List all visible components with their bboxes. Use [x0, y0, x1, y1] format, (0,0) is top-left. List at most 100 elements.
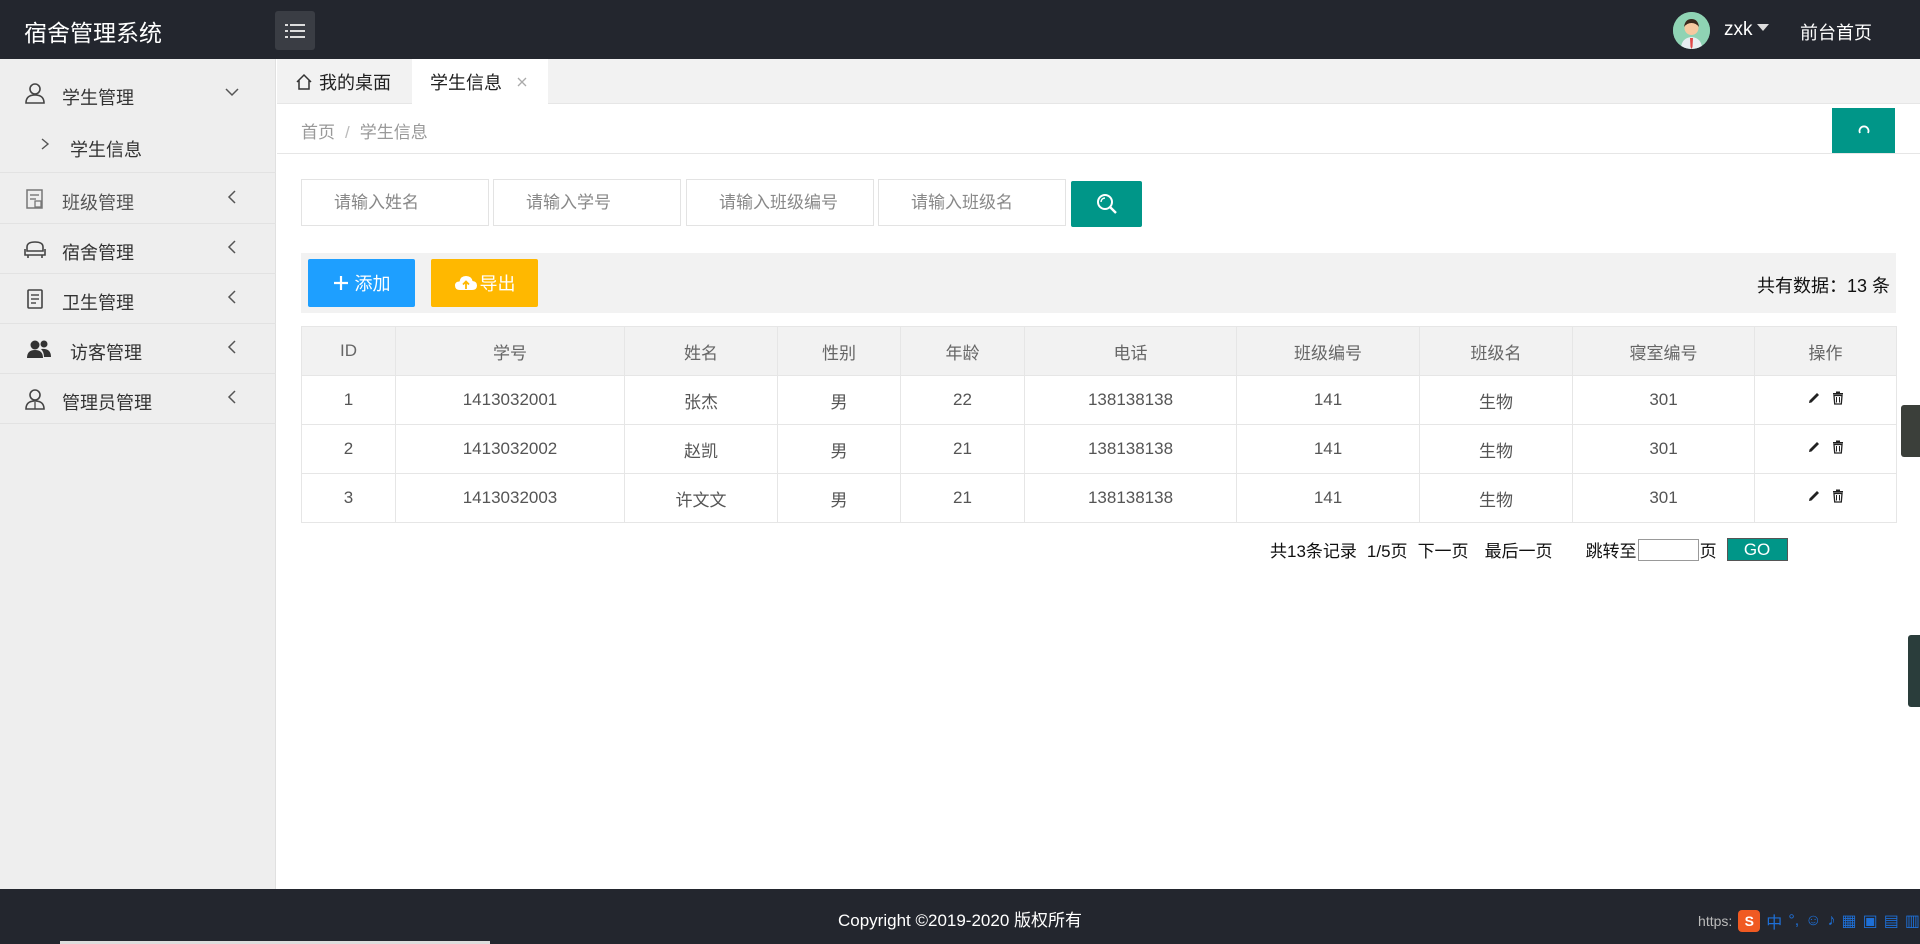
chevron-down-icon [225, 88, 239, 97]
sidebar-item-hygiene[interactable]: 卫生管理 [0, 274, 276, 324]
name-search-input[interactable] [301, 179, 489, 226]
sogou-logo-icon[interactable]: S [1738, 910, 1761, 932]
punctuation-icon[interactable]: °, [1788, 912, 1799, 930]
cell: 22 [900, 375, 1025, 425]
table-row: 1 1413032001 张杰 男 22 138138138 141 生物 30… [301, 375, 1897, 425]
document-icon [27, 289, 43, 309]
add-button-label: 添加 [354, 274, 391, 294]
cell: 138138138 [1024, 375, 1237, 425]
sidebar-item-label: 班级管理 [62, 193, 134, 213]
cell: 赵凯 [624, 424, 778, 474]
menu-toggle-button[interactable] [275, 11, 315, 50]
keyboard-icon[interactable]: ▦ [1842, 911, 1857, 931]
toolbox-icon[interactable]: ▥ [1905, 911, 1920, 931]
trash-icon[interactable] [1831, 489, 1845, 503]
trash-icon[interactable] [1831, 391, 1845, 405]
close-icon[interactable] [516, 76, 528, 88]
side-widget[interactable] [1901, 405, 1920, 457]
cell: 生物 [1419, 424, 1573, 474]
column-header: 班级名 [1419, 326, 1573, 376]
search-icon [1096, 194, 1117, 214]
table-toolbar: 添加 导出 共有数据：13 条 [301, 253, 1896, 313]
user-icon [25, 83, 45, 104]
actions-cell [1754, 473, 1897, 523]
trash-icon[interactable] [1831, 440, 1845, 454]
chevron-left-icon [227, 340, 236, 354]
cell: 1413032003 [395, 473, 625, 523]
skin-icon[interactable]: ▤ [1884, 911, 1899, 931]
chevron-left-icon [227, 190, 236, 204]
ime-toolbar: https: S 中 °, ☺ ♪ ▦ ▣ ▤ ▥ [1698, 909, 1920, 933]
cell: 1413032002 [395, 424, 625, 474]
cell: 生物 [1419, 375, 1573, 425]
edit-icon[interactable] [1807, 391, 1821, 405]
next-page-link[interactable]: 下一页 [1418, 537, 1469, 562]
cell: 138138138 [1024, 424, 1237, 474]
sidebar-item-class[interactable]: 班级管理 [0, 174, 276, 224]
microphone-icon[interactable]: ♪ [1828, 912, 1836, 930]
edit-icon[interactable] [1807, 489, 1821, 503]
chevron-left-icon [227, 290, 236, 304]
table-row: 3 1413032003 许文文 男 21 138138138 141 生物 3… [301, 473, 1897, 523]
class-icon [26, 189, 43, 209]
sidebar: 学生管理 学生信息 班级管理 宿舍管理 卫生管理 访客管理 管理员管理 [0, 59, 276, 889]
cell: 男 [777, 375, 901, 425]
add-button[interactable]: 添加 [308, 259, 415, 307]
cell: 21 [900, 473, 1025, 523]
cell: 男 [777, 473, 901, 523]
sidebar-item-dorm[interactable]: 宿舍管理 [0, 224, 276, 274]
search-button[interactable] [1071, 181, 1142, 227]
chevron-left-icon [227, 390, 236, 404]
divider [277, 153, 1920, 154]
last-page-link[interactable]: 最后一页 [1485, 537, 1553, 562]
cell: 21 [900, 424, 1025, 474]
edit-icon[interactable] [1807, 440, 1821, 454]
sidebar-item-student[interactable]: 学生管理 [0, 71, 276, 117]
class-no-search-input[interactable] [686, 179, 874, 226]
settings-icon[interactable]: ▣ [1863, 911, 1878, 931]
users-icon [27, 340, 51, 358]
sidebar-subitem-label: 学生信息 [70, 140, 142, 160]
table-header-row: ID 学号 姓名 性别 年龄 电话 班级编号 班级名 寝室编号 操作 [301, 326, 1897, 376]
breadcrumb-separator: / [345, 123, 350, 142]
tab-desktop[interactable]: 我的桌面 [277, 59, 412, 104]
student-table: ID 学号 姓名 性别 年龄 电话 班级编号 班级名 寝室编号 操作 1 141… [301, 326, 1897, 523]
breadcrumb: 首页 / 学生信息 [301, 118, 428, 143]
sidebar-item-label: 访客管理 [70, 343, 142, 363]
cell: 1413032001 [395, 375, 625, 425]
sidebar-subitem-student-info[interactable]: 学生信息 [0, 117, 276, 173]
student-no-search-input[interactable] [493, 179, 681, 226]
chevron-left-icon [227, 240, 236, 254]
column-header: 操作 [1754, 326, 1897, 376]
pagination: 共13条记录 1/5页 下一页 最后一页 跳转至 页 GO [1270, 537, 1788, 562]
tab-student-info[interactable]: 学生信息 [412, 59, 548, 104]
breadcrumb-home[interactable]: 首页 [301, 123, 335, 142]
page-unit: 页 [1699, 542, 1717, 561]
export-button-label: 导出 [479, 274, 516, 294]
total-count: 共有数据：13 条 [1756, 276, 1890, 296]
copyright-text: Copyright ©2019-2020 版权所有 [837, 911, 1083, 930]
jump-page-input[interactable] [1637, 538, 1699, 561]
column-header: 学号 [395, 326, 625, 376]
cell: 141 [1236, 424, 1420, 474]
sidebar-item-visitor[interactable]: 访客管理 [0, 324, 276, 374]
export-button[interactable]: 导出 [431, 259, 538, 307]
cloud-upload-icon [454, 276, 477, 290]
cell: 生物 [1419, 473, 1573, 523]
emoji-icon[interactable]: ☺ [1805, 912, 1821, 930]
go-button[interactable]: GO [1726, 538, 1788, 561]
breadcrumb-current: 学生信息 [359, 123, 428, 142]
side-widget[interactable] [1908, 635, 1920, 707]
user-name[interactable]: zxk [1724, 19, 1753, 41]
ime-mode-label[interactable]: 中 [1766, 909, 1782, 933]
column-header: 姓名 [624, 326, 778, 376]
avatar[interactable] [1673, 12, 1710, 49]
sidebar-item-admin[interactable]: 管理员管理 [0, 374, 276, 424]
column-header: ID [301, 326, 396, 376]
refresh-button[interactable] [1832, 108, 1895, 153]
class-name-search-input[interactable] [878, 179, 1066, 226]
column-header: 寝室编号 [1572, 326, 1755, 376]
caret-down-icon[interactable] [1757, 24, 1769, 31]
front-page-link[interactable]: 前台首页 [1800, 19, 1872, 45]
top-header: 宿舍管理系统 zxk 前台首页 [0, 0, 1920, 59]
